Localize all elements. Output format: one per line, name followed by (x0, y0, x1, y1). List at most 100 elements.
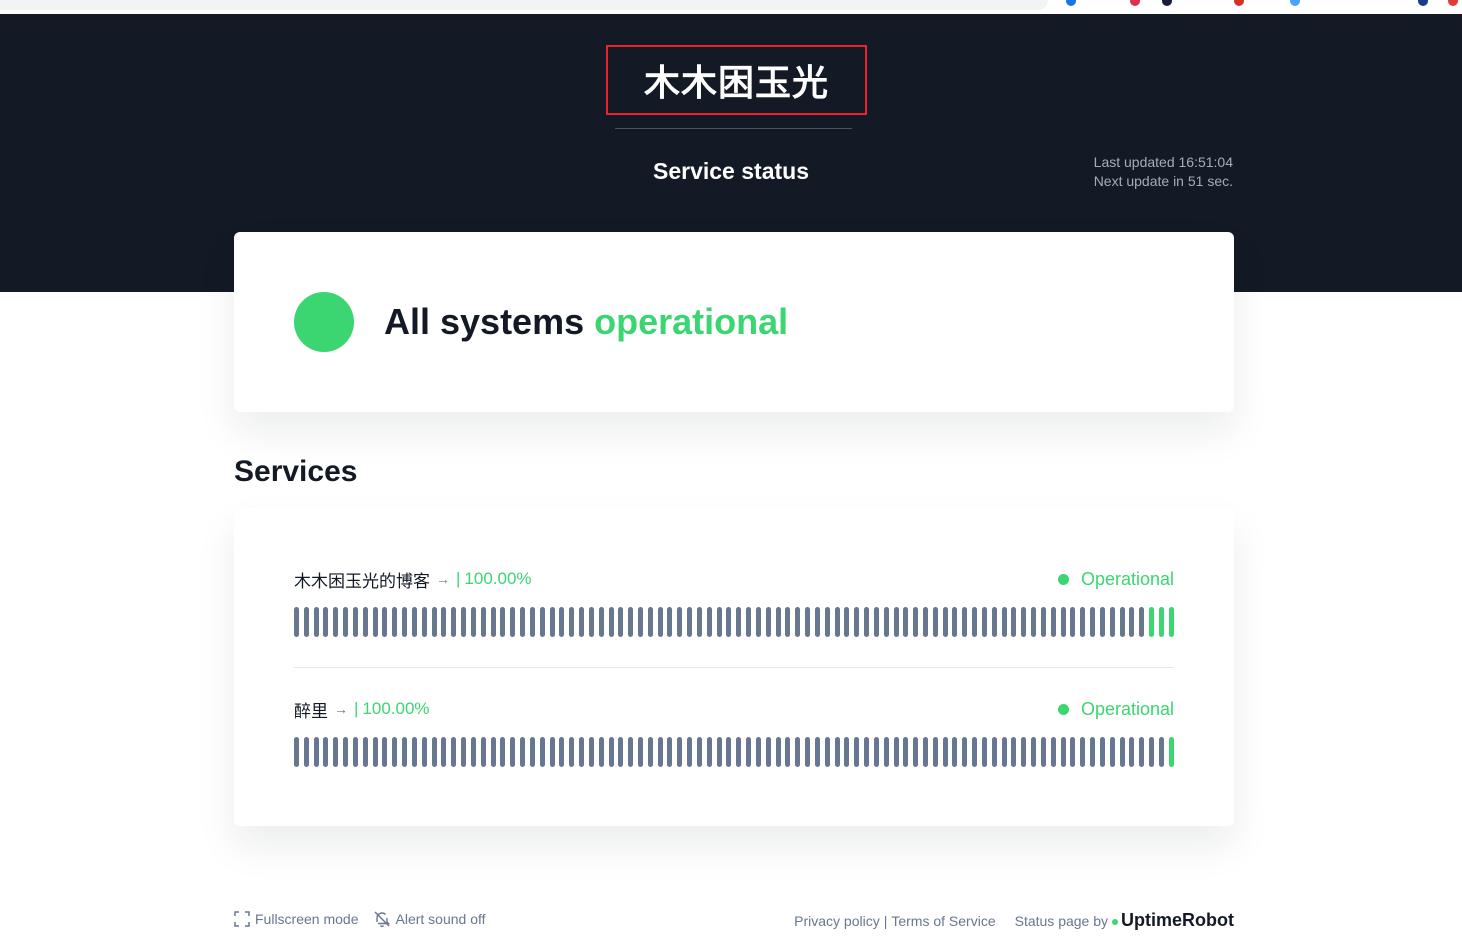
uptime-bar[interactable] (392, 607, 398, 637)
uptime-bar[interactable] (755, 607, 761, 637)
uptime-bar[interactable] (765, 737, 771, 767)
uptime-bar[interactable] (1168, 737, 1174, 767)
uptime-bar[interactable] (923, 607, 928, 637)
monitor-name[interactable]: 木木困玉光的博客 (294, 567, 430, 592)
uptime-bar[interactable] (667, 607, 673, 637)
uptime-bar[interactable] (569, 737, 575, 767)
uptime-bar[interactable] (736, 607, 742, 637)
uptime-bar[interactable] (1040, 737, 1046, 767)
brand-title[interactable]: 木木困玉光 (606, 45, 867, 115)
uptime-bar[interactable] (903, 607, 909, 637)
uptime-bar[interactable] (1109, 607, 1115, 637)
uptime-bar[interactable] (991, 607, 997, 637)
monitor-name[interactable]: 醉里 (294, 697, 328, 722)
uptime-bar[interactable] (834, 607, 840, 637)
uptime-bar[interactable] (588, 737, 594, 767)
uptime-bar[interactable] (844, 607, 850, 637)
uptime-bar[interactable] (411, 737, 417, 767)
uptime-bar[interactable] (303, 607, 309, 637)
uptime-bar[interactable] (461, 607, 467, 637)
uptime-bar[interactable] (500, 737, 506, 767)
uptime-bar[interactable] (775, 607, 781, 637)
uptime-bar[interactable] (480, 607, 486, 637)
uptime-bar[interactable] (1119, 607, 1125, 637)
uptime-bar[interactable] (795, 737, 801, 767)
uptime-bar[interactable] (382, 737, 388, 767)
uptime-bar[interactable] (952, 607, 958, 637)
uptime-bar[interactable] (814, 737, 820, 767)
uptime-bar[interactable] (775, 737, 781, 767)
uptime-bar[interactable] (923, 737, 928, 767)
uptime-bar[interactable] (1168, 607, 1174, 637)
uptime-bar[interactable] (569, 607, 575, 637)
uptime-bar[interactable] (392, 737, 398, 767)
uptime-bar[interactable] (470, 737, 476, 767)
uptime-bar[interactable] (579, 607, 585, 637)
uptime-bar[interactable] (736, 737, 742, 767)
uptime-bar[interactable] (873, 607, 879, 637)
uptime-bar[interactable] (932, 607, 938, 637)
uptime-bar[interactable] (618, 607, 624, 637)
uptime-bar[interactable] (588, 607, 594, 637)
uptime-bar[interactable] (294, 607, 299, 637)
uptime-bar[interactable] (1011, 607, 1017, 637)
uptime-bar[interactable] (1099, 737, 1105, 767)
uptime-bar[interactable] (667, 737, 673, 767)
uptime-bar[interactable] (854, 607, 860, 637)
uptime-bar[interactable] (864, 737, 870, 767)
uptime-bar[interactable] (1080, 607, 1086, 637)
uptime-bar[interactable] (579, 737, 585, 767)
uptime-bar[interactable] (687, 737, 693, 767)
uptime-bar[interactable] (677, 737, 683, 767)
address-bar[interactable] (0, 0, 1048, 10)
uptime-bar[interactable] (913, 607, 919, 637)
uptime-bar[interactable] (1011, 737, 1017, 767)
uptime-bar[interactable] (1070, 737, 1076, 767)
uptime-bar[interactable] (382, 607, 388, 637)
uptime-bar[interactable] (294, 737, 299, 767)
uptime-bar[interactable] (1001, 607, 1007, 637)
uptime-bar[interactable] (559, 737, 565, 767)
uptime-bar[interactable] (1139, 737, 1145, 767)
uptime-bar[interactable] (529, 607, 535, 637)
uptime-bar[interactable] (864, 607, 870, 637)
uptime-bar[interactable] (1119, 737, 1125, 767)
uptime-bar[interactable] (303, 737, 309, 767)
uptime-bar[interactable] (1060, 607, 1066, 637)
terms-of-service-link[interactable]: Terms of Service (891, 913, 995, 929)
uptime-bar[interactable] (421, 607, 427, 637)
uptime-bar[interactable] (549, 607, 555, 637)
uptime-bar[interactable] (805, 607, 811, 637)
uptime-bar[interactable] (696, 607, 702, 637)
uptime-bar[interactable] (814, 607, 820, 637)
uptime-bar[interactable] (1031, 607, 1037, 637)
uptime-bar[interactable] (480, 737, 486, 767)
uptime-bar[interactable] (333, 607, 339, 637)
uptime-bar[interactable] (893, 607, 899, 637)
uptime-bar[interactable] (1149, 607, 1155, 637)
uptime-bar[interactable] (824, 607, 830, 637)
uptime-bar[interactable] (1090, 607, 1096, 637)
extension-icon[interactable] (1066, 0, 1076, 6)
uptime-bar[interactable] (510, 737, 516, 767)
uptime-bar[interactable] (343, 737, 349, 767)
uptime-bar[interactable] (313, 607, 319, 637)
uptime-bar[interactable] (883, 607, 889, 637)
uptime-bar[interactable] (755, 737, 761, 767)
uptime-bar[interactable] (873, 737, 879, 767)
uptime-bar[interactable] (333, 737, 339, 767)
uptime-bar[interactable] (628, 737, 634, 767)
uptime-bar[interactable] (431, 737, 437, 767)
uptimerobot-link[interactable]: UptimeRobot (1121, 910, 1234, 931)
uptime-bar[interactable] (1099, 607, 1105, 637)
uptime-bar[interactable] (657, 737, 663, 767)
uptime-bar[interactable] (559, 607, 565, 637)
uptime-bar[interactable] (696, 737, 702, 767)
uptime-bar[interactable] (893, 737, 899, 767)
uptime-bar[interactable] (520, 607, 526, 637)
uptime-bar[interactable] (785, 607, 791, 637)
uptime-bar[interactable] (746, 607, 752, 637)
uptime-bar[interactable] (323, 607, 329, 637)
alert-sound-toggle[interactable]: Alert sound off (373, 910, 486, 928)
uptime-bar[interactable] (490, 737, 496, 767)
